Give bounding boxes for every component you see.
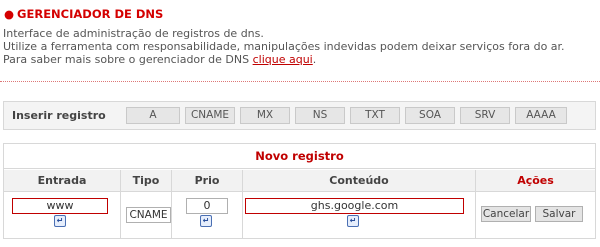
- column-header-entrada: Entrada: [4, 170, 120, 192]
- form-title: Novo registro: [4, 144, 595, 169]
- column-header-acoes: Ações: [476, 170, 595, 192]
- tipo-field: CNAME: [126, 207, 171, 223]
- type-button-mx[interactable]: MX: [240, 107, 290, 124]
- entrada-input[interactable]: www: [12, 198, 108, 214]
- description-line-3-prefix: Para saber mais sobre o gerenciador de D…: [3, 53, 253, 66]
- conteudo-input[interactable]: ghs.google.com: [245, 198, 464, 214]
- save-button[interactable]: Salvar: [535, 206, 583, 222]
- insert-record-bar: Inserir registro A CNAME MX NS TXT SOA S…: [3, 101, 596, 130]
- type-button-aaaa[interactable]: AAAA: [515, 107, 567, 124]
- type-button-srv[interactable]: SRV: [460, 107, 510, 124]
- type-button-soa[interactable]: SOA: [405, 107, 455, 124]
- insert-tag-icon[interactable]: ↵: [347, 215, 359, 227]
- help-link[interactable]: clique aqui: [253, 53, 313, 66]
- insert-tag-icon[interactable]: ↵: [200, 215, 212, 227]
- prio-input[interactable]: 0: [186, 198, 228, 214]
- column-header-conteudo: Conteúdo: [243, 170, 475, 192]
- bullet-icon: ●: [4, 7, 15, 21]
- page-title-text: GERENCIADOR DE DNS: [17, 7, 164, 21]
- description-line-2: Utilize a ferramenta com responsabilidad…: [3, 40, 565, 53]
- type-button-cname[interactable]: CNAME: [185, 107, 235, 124]
- column-divider: [475, 170, 476, 239]
- description-line-3-suffix: .: [312, 53, 317, 66]
- description-line-1: Interface de administração de registros …: [3, 27, 264, 40]
- type-button-a[interactable]: A: [126, 107, 180, 124]
- description: Interface de administração de registros …: [3, 27, 565, 66]
- column-divider: [242, 170, 243, 239]
- column-divider: [171, 170, 172, 239]
- type-button-ns[interactable]: NS: [295, 107, 345, 124]
- insert-record-label: Inserir registro: [12, 109, 106, 122]
- new-record-form: Novo registro Entrada Tipo Prio Conteúdo…: [3, 143, 596, 239]
- column-divider: [120, 170, 121, 239]
- column-header-tipo: Tipo: [121, 170, 171, 192]
- section-divider: [0, 81, 600, 82]
- column-header-prio: Prio: [172, 170, 242, 192]
- type-button-txt[interactable]: TXT: [350, 107, 400, 124]
- description-line-3: Para saber mais sobre o gerenciador de D…: [3, 53, 565, 66]
- insert-tag-icon[interactable]: ↵: [54, 215, 66, 227]
- cancel-button[interactable]: Cancelar: [481, 206, 531, 222]
- page-title: ● GERENCIADOR DE DNS: [4, 7, 163, 21]
